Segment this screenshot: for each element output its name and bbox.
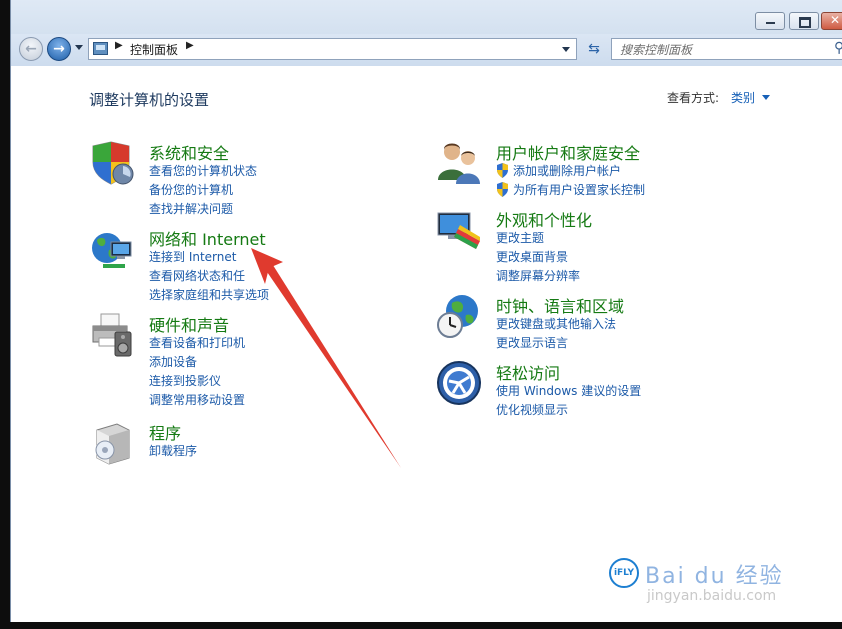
link-optimize-display[interactable]: 优化视频显示 bbox=[496, 401, 568, 418]
ease-of-access-icon bbox=[437, 361, 481, 405]
control-panel-icon bbox=[93, 42, 108, 55]
minimize-icon bbox=[756, 13, 784, 29]
link-change-theme[interactable]: 更改主题 bbox=[496, 229, 544, 246]
category-title[interactable]: 时钟、语言和区域 bbox=[496, 293, 624, 317]
category-hardware-sound: 硬件和声音 查看设备和打印机 添加设备 连接到投影仪 调整常用移动设置 bbox=[89, 312, 389, 408]
category-title[interactable]: 硬件和声音 bbox=[149, 312, 229, 336]
users-icon bbox=[438, 143, 480, 184]
link-homegroup-sharing[interactable]: 选择家庭组和共享选项 bbox=[149, 286, 269, 303]
view-by-dropdown[interactable]: 类别 bbox=[731, 89, 755, 106]
link-add-remove-user[interactable]: 添加或删除用户帐户 bbox=[513, 162, 621, 179]
link-connect-projector[interactable]: 连接到投影仪 bbox=[149, 372, 221, 389]
breadcrumb-chevron-icon[interactable]: ▶ bbox=[186, 40, 194, 51]
category-title[interactable]: 程序 bbox=[149, 420, 181, 444]
title-bar bbox=[11, 0, 842, 34]
category-title[interactable]: 用户帐户和家庭安全 bbox=[496, 140, 640, 164]
link-display-language[interactable]: 更改显示语言 bbox=[496, 334, 568, 351]
link-add-device[interactable]: 添加设备 bbox=[149, 353, 197, 370]
programs-box-icon bbox=[95, 423, 130, 465]
search-input[interactable]: 搜索控制面板 bbox=[620, 41, 692, 58]
maximize-button[interactable] bbox=[789, 12, 819, 30]
back-button[interactable]: ← bbox=[19, 37, 43, 61]
link-recommended-settings[interactable]: 使用 Windows 建议的设置 bbox=[496, 382, 641, 399]
link-screen-resolution[interactable]: 调整屏幕分辨率 bbox=[496, 267, 580, 284]
close-icon bbox=[822, 13, 842, 29]
link-change-keyboard[interactable]: 更改键盘或其他输入法 bbox=[496, 315, 616, 332]
control-panel-window: ← → ▶ 控制面板 ▶ ⇆ 搜索控制面板 ⚲ 调整计算机的设置 查看方式: 类… bbox=[10, 0, 842, 622]
minimize-button[interactable] bbox=[755, 12, 785, 30]
forward-button[interactable]: → bbox=[47, 37, 71, 61]
category-title[interactable]: 网络和 Internet bbox=[149, 226, 266, 250]
view-by-caret-icon[interactable] bbox=[762, 95, 770, 100]
link-view-computer-status[interactable]: 查看您的计算机状态 bbox=[149, 162, 257, 179]
link-troubleshoot[interactable]: 查找并解决问题 bbox=[149, 200, 233, 217]
recent-pages-dropdown[interactable] bbox=[75, 45, 83, 50]
category-clock-language-region: 时钟、语言和区域 更改键盘或其他输入法 更改显示语言 bbox=[436, 293, 766, 353]
link-backup-computer[interactable]: 备份您的计算机 bbox=[149, 181, 233, 198]
refresh-button[interactable]: ⇆ bbox=[583, 39, 605, 59]
arrow-left-icon: ← bbox=[25, 41, 37, 57]
appearance-display-icon bbox=[437, 212, 480, 249]
view-by-label: 查看方式: bbox=[667, 91, 720, 105]
search-icon[interactable]: ⚲ bbox=[834, 40, 842, 56]
breadcrumb-control-panel[interactable]: 控制面板 bbox=[130, 41, 178, 58]
category-network-internet: 网络和 Internet 连接到 Internet 查看网络状态和任 选择家庭组… bbox=[89, 226, 389, 306]
link-connect-internet[interactable]: 连接到 Internet bbox=[149, 248, 236, 265]
category-title[interactable]: 外观和个性化 bbox=[496, 207, 592, 231]
link-uninstall-program[interactable]: 卸载程序 bbox=[149, 442, 197, 459]
link-network-status[interactable]: 查看网络状态和任 bbox=[149, 267, 245, 284]
address-bar[interactable]: ▶ 控制面板 ▶ bbox=[88, 38, 577, 60]
category-system-security: 系统和安全 查看您的计算机状态 备份您的计算机 查找并解决问题 bbox=[89, 140, 389, 220]
link-parental-controls[interactable]: 为所有用户设置家长控制 bbox=[513, 181, 645, 198]
link-devices-printers[interactable]: 查看设备和打印机 bbox=[149, 334, 245, 351]
category-appearance: 外观和个性化 更改主题 更改桌面背景 调整屏幕分辨率 bbox=[436, 207, 766, 287]
uac-shield-icon bbox=[497, 163, 508, 178]
baidu-jingyan-logo: Bai du 经验 bbox=[645, 564, 784, 589]
arrow-right-icon: → bbox=[53, 41, 65, 57]
ifly-badge-icon: iFLY bbox=[609, 558, 639, 588]
maximize-icon bbox=[790, 13, 818, 29]
navigation-bar: ← → ▶ 控制面板 ▶ ⇆ 搜索控制面板 ⚲ bbox=[11, 34, 842, 66]
category-title[interactable]: 轻松访问 bbox=[496, 360, 560, 384]
refresh-icon: ⇆ bbox=[588, 41, 600, 57]
address-dropdown-icon[interactable] bbox=[562, 47, 570, 52]
category-user-accounts: 用户帐户和家庭安全 添加或删除用户帐户 为所有用户设置家长控制 bbox=[436, 140, 766, 200]
clock-globe-icon bbox=[437, 295, 478, 338]
category-title[interactable]: 系统和安全 bbox=[149, 140, 229, 164]
shield-icon bbox=[92, 141, 134, 185]
breadcrumb-chevron-icon[interactable]: ▶ bbox=[115, 40, 123, 51]
category-programs: 程序 卸载程序 bbox=[89, 420, 389, 470]
category-ease-of-access: 轻松访问 使用 Windows 建议的设置 优化视频显示 bbox=[436, 360, 766, 420]
close-button[interactable] bbox=[821, 12, 842, 30]
link-mobility-settings[interactable]: 调整常用移动设置 bbox=[149, 391, 245, 408]
network-globe-icon bbox=[92, 233, 132, 268]
page-title: 调整计算机的设置 bbox=[89, 91, 210, 109]
printer-icon bbox=[92, 313, 132, 357]
uac-shield-icon bbox=[497, 182, 508, 197]
watermark-url: jingyan.baidu.com bbox=[647, 588, 777, 604]
search-box[interactable]: 搜索控制面板 ⚲ bbox=[611, 38, 842, 60]
link-desktop-background[interactable]: 更改桌面背景 bbox=[496, 248, 568, 265]
